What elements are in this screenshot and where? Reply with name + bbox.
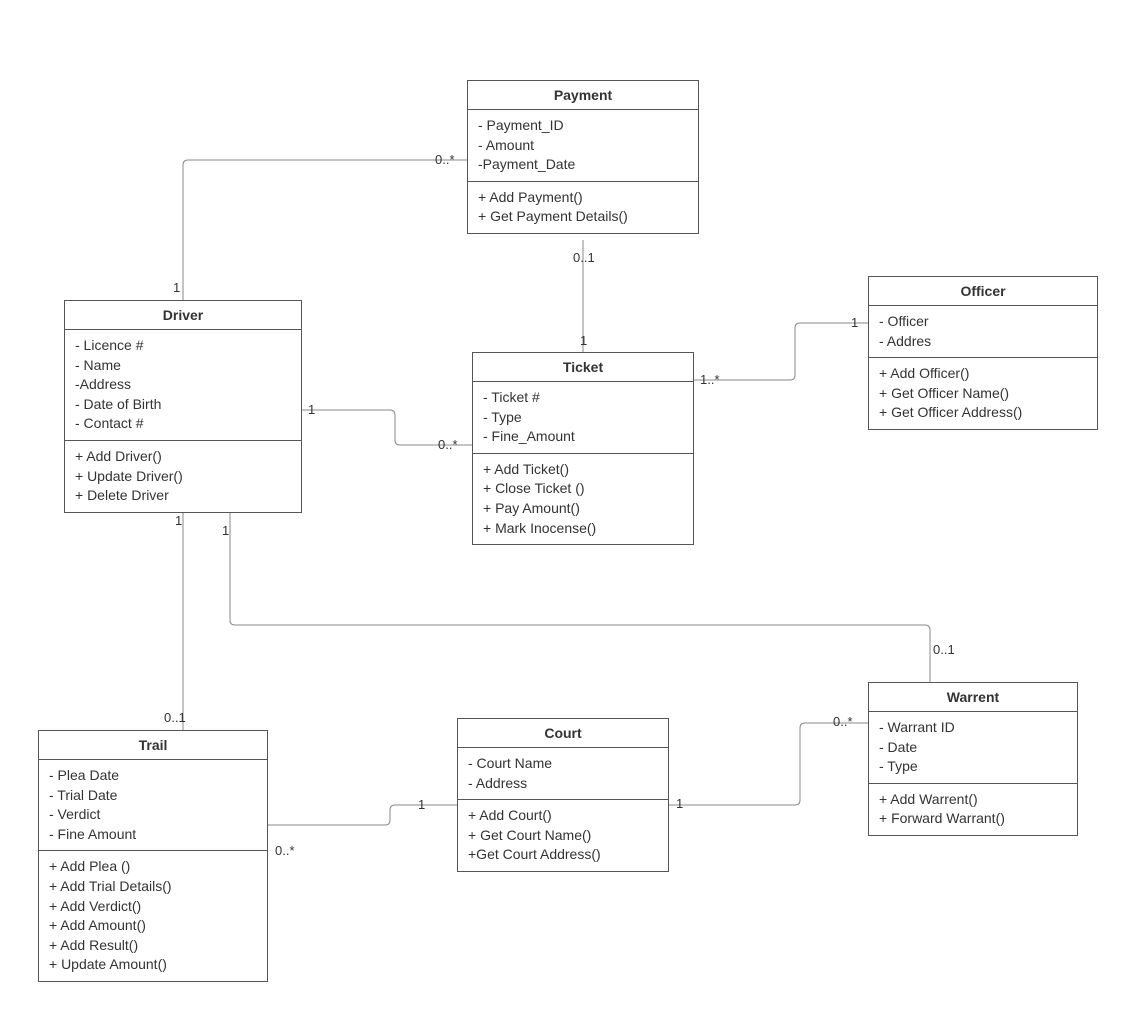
class-name-officer: Officer — [869, 277, 1097, 306]
mult-ticket-officer-officer: 1 — [851, 315, 858, 330]
class-name-ticket: Ticket — [473, 353, 693, 382]
class-warrent: Warrent - Warrant ID - Date - Type + Add… — [868, 682, 1078, 836]
class-payment: Payment - Payment_ID - Amount -Payment_D… — [467, 80, 699, 234]
mult-trail-court-trail: 0..* — [275, 843, 295, 858]
class-operations-officer: + Add Officer() + Get Officer Name() + G… — [869, 358, 1097, 429]
class-operations-driver: + Add Driver() + Update Driver() + Delet… — [65, 441, 301, 512]
mult-trail-court-court: 1 — [418, 797, 425, 812]
class-name-payment: Payment — [468, 81, 698, 110]
mult-driver-payment-driver: 1 — [173, 280, 180, 295]
class-operations-payment: + Add Payment() + Get Payment Details() — [468, 182, 698, 233]
class-name-warrent: Warrent — [869, 683, 1077, 712]
mult-driver-trail-driver: 1 — [175, 513, 182, 528]
class-operations-court: + Add Court() + Get Court Name() +Get Co… — [458, 800, 668, 871]
mult-driver-trail-trail: 0..1 — [164, 710, 186, 725]
class-name-trail: Trail — [39, 731, 267, 760]
mult-driver-payment-payment: 0..* — [435, 152, 455, 167]
mult-court-warrent-warrent: 0..* — [833, 714, 853, 729]
class-officer: Officer - Officer - Addres + Add Officer… — [868, 276, 1098, 430]
class-ticket: Ticket - Ticket # - Type - Fine_Amount +… — [472, 352, 694, 545]
mult-driver-ticket-ticket: 0..* — [438, 437, 458, 452]
class-driver: Driver - Licence # - Name -Address - Dat… — [64, 300, 302, 513]
mult-payment-ticket-payment: 0..1 — [573, 250, 595, 265]
mult-ticket-officer-ticket: 1..* — [700, 372, 720, 387]
class-trail: Trail - Plea Date - Trial Date - Verdict… — [38, 730, 268, 982]
class-operations-trail: + Add Plea () + Add Trial Details() + Ad… — [39, 851, 267, 981]
uml-class-diagram: Payment - Payment_ID - Amount -Payment_D… — [0, 0, 1146, 1018]
mult-court-warrent-court: 1 — [676, 796, 683, 811]
mult-driver-warrent-driver: 1 — [222, 523, 229, 538]
class-attributes-payment: - Payment_ID - Amount -Payment_Date — [468, 110, 698, 182]
class-operations-ticket: + Add Ticket() + Close Ticket () + Pay A… — [473, 454, 693, 544]
class-name-driver: Driver — [65, 301, 301, 330]
class-name-court: Court — [458, 719, 668, 748]
class-attributes-officer: - Officer - Addres — [869, 306, 1097, 358]
class-attributes-driver: - Licence # - Name -Address - Date of Bi… — [65, 330, 301, 441]
class-attributes-warrent: - Warrant ID - Date - Type — [869, 712, 1077, 784]
mult-payment-ticket-ticket: 1 — [580, 333, 587, 348]
class-operations-warrent: + Add Warrent() + Forward Warrant() — [869, 784, 1077, 835]
class-attributes-court: - Court Name - Address — [458, 748, 668, 800]
mult-driver-ticket-driver: 1 — [308, 402, 315, 417]
class-court: Court - Court Name - Address + Add Court… — [457, 718, 669, 872]
mult-driver-warrent-warrent: 0..1 — [933, 642, 955, 657]
class-attributes-trail: - Plea Date - Trial Date - Verdict - Fin… — [39, 760, 267, 851]
class-attributes-ticket: - Ticket # - Type - Fine_Amount — [473, 382, 693, 454]
